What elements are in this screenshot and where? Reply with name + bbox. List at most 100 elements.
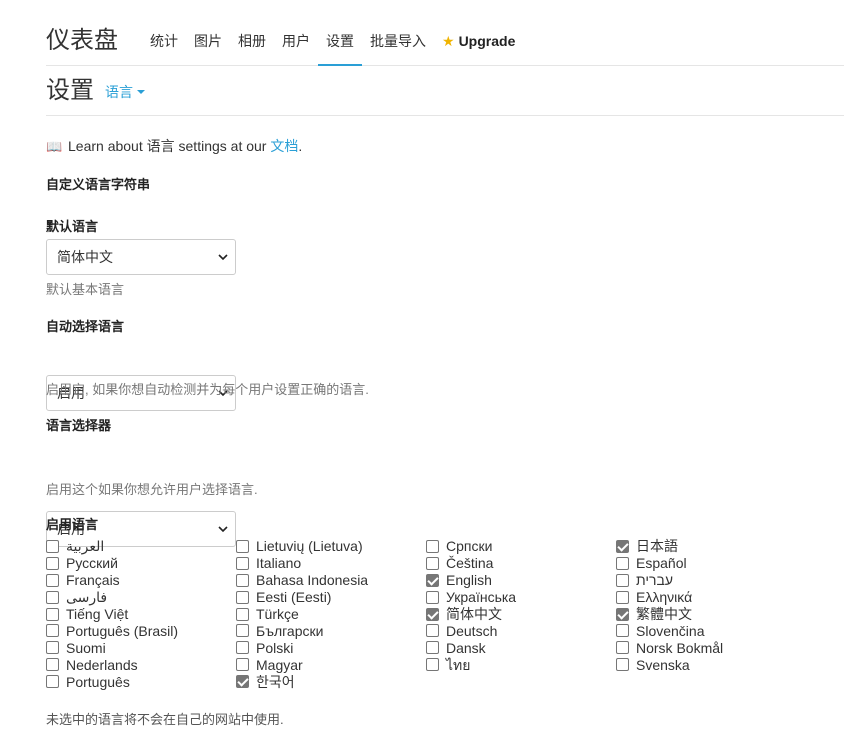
language-checkbox[interactable] [236,641,249,655]
language-checkbox[interactable] [46,658,59,672]
language-checkbox[interactable] [236,607,249,621]
default-language-select[interactable]: 简体中文 [46,239,236,275]
language-checkbox[interactable] [426,607,439,621]
language-option[interactable]: 繁體中文 [616,606,806,623]
language-option[interactable]: Eesti (Eesti) [236,589,426,606]
language-selector-label: 语言选择器 [46,418,112,433]
language-option[interactable]: ไทย [426,656,616,673]
language-checkbox[interactable] [426,658,439,672]
nav-item-settings[interactable]: 设置 [318,0,362,66]
language-checkbox[interactable] [426,641,439,655]
language-checkbox[interactable] [236,624,249,638]
language-option[interactable]: Türkçe [236,606,426,623]
nav-item-albums[interactable]: 相册 [230,0,274,66]
language-name: Bahasa Indonesia [256,572,369,589]
enabled-languages-label: 启用语言 [46,517,99,532]
language-checkbox[interactable] [426,539,439,553]
default-language-value: 简体中文 [57,249,113,265]
language-option[interactable]: Lietuvių (Lietuva) [236,538,426,555]
language-checkbox[interactable] [426,556,439,570]
language-checkbox[interactable] [616,556,629,570]
language-name: Русский [66,555,118,572]
language-option[interactable]: Polski [236,639,426,656]
language-option[interactable]: Norsk Bokmål [616,639,806,656]
caret-down-icon [137,90,145,95]
language-option[interactable]: Tiếng Việt [46,606,236,623]
language-checkbox[interactable] [236,675,249,689]
language-checkbox[interactable] [46,675,59,689]
language-checkbox[interactable] [46,573,59,587]
language-option[interactable]: Italiano [236,555,426,572]
language-checkbox[interactable] [616,573,629,587]
language-option[interactable]: Svenska [616,656,806,673]
language-checkbox[interactable] [426,624,439,638]
language-checkbox[interactable] [46,556,59,570]
settings-section-dropdown[interactable]: 语言 [105,84,145,100]
language-checkbox[interactable] [46,539,59,553]
language-option[interactable]: Suomi [46,639,236,656]
language-checkbox[interactable] [46,607,59,621]
language-option[interactable]: Nederlands [46,656,236,673]
language-option[interactable]: Bahasa Indonesia [236,572,426,589]
language-checkbox[interactable] [46,624,59,638]
docs-link[interactable]: 文档 [270,138,298,154]
language-option[interactable]: Ελληνικά [616,589,806,606]
language-checkbox[interactable] [616,590,629,604]
language-option[interactable]: العربية [46,538,236,555]
language-option[interactable]: Български [236,622,426,639]
language-name: Nederlands [66,656,138,673]
language-option[interactable]: עברית [616,572,806,589]
nav-label: 图片 [194,33,222,49]
language-option[interactable]: فارسی [46,589,236,606]
language-option[interactable]: 日本語 [616,538,806,555]
language-option[interactable]: 한국어 [236,673,426,690]
brand-title[interactable]: 仪表盘 [46,27,118,55]
language-checkbox[interactable] [616,539,629,553]
language-option[interactable]: English [426,572,616,589]
nav-item-stats[interactable]: 统计 [142,0,186,66]
language-name: Português [66,673,130,690]
language-option[interactable]: Français [46,572,236,589]
language-option[interactable]: Deutsch [426,622,616,639]
nav-item-images[interactable]: 图片 [186,0,230,66]
language-checkbox[interactable] [616,607,629,621]
nav-label: 批量导入 [370,33,426,49]
language-name: العربية [66,538,105,555]
language-option[interactable]: 简体中文 [426,606,616,623]
language-checkbox[interactable] [46,641,59,655]
language-option[interactable]: Русский [46,555,236,572]
language-option[interactable]: Português [46,673,236,690]
language-checkbox[interactable] [46,590,59,604]
custom-strings-heading[interactable]: 自定义语言字符串 [46,177,150,193]
nav-item-bulk-import[interactable]: 批量导入 [362,0,434,66]
nav-item-upgrade[interactable]: ★ Upgrade [434,0,523,66]
language-name: Lietuvių (Lietuva) [256,538,363,555]
language-option[interactable]: Español [616,555,806,572]
language-checkbox[interactable] [426,590,439,604]
language-checkbox[interactable] [616,641,629,655]
language-checkbox[interactable] [236,573,249,587]
docs-hint-topic: 语言 [146,138,175,154]
language-checkbox[interactable] [426,573,439,587]
language-option[interactable]: Slovenčina [616,622,806,639]
chevron-down-icon [218,254,228,261]
language-checkbox[interactable] [236,658,249,672]
language-checkbox[interactable] [616,658,629,672]
auto-language-label: 自动选择语言 [46,319,125,334]
nav-label: 统计 [150,33,178,49]
nav-label: 设置 [326,33,354,49]
language-checkbox[interactable] [236,590,249,604]
language-option[interactable]: Čeština [426,555,616,572]
language-option[interactable]: Українська [426,589,616,606]
language-option[interactable]: Magyar [236,656,426,673]
language-name: Dansk [446,639,486,656]
language-option[interactable]: Српски [426,538,616,555]
language-name: Svenska [636,656,690,673]
language-checkbox[interactable] [236,539,249,553]
nav-item-users[interactable]: 用户 [274,0,318,66]
language-checkbox[interactable] [616,624,629,638]
language-option[interactable]: Dansk [426,639,616,656]
main-nav: 统计 图片 相册 用户 设置 批量导入 ★ Upgrade [142,0,523,66]
language-checkbox[interactable] [236,556,249,570]
language-option[interactable]: Português (Brasil) [46,622,236,639]
